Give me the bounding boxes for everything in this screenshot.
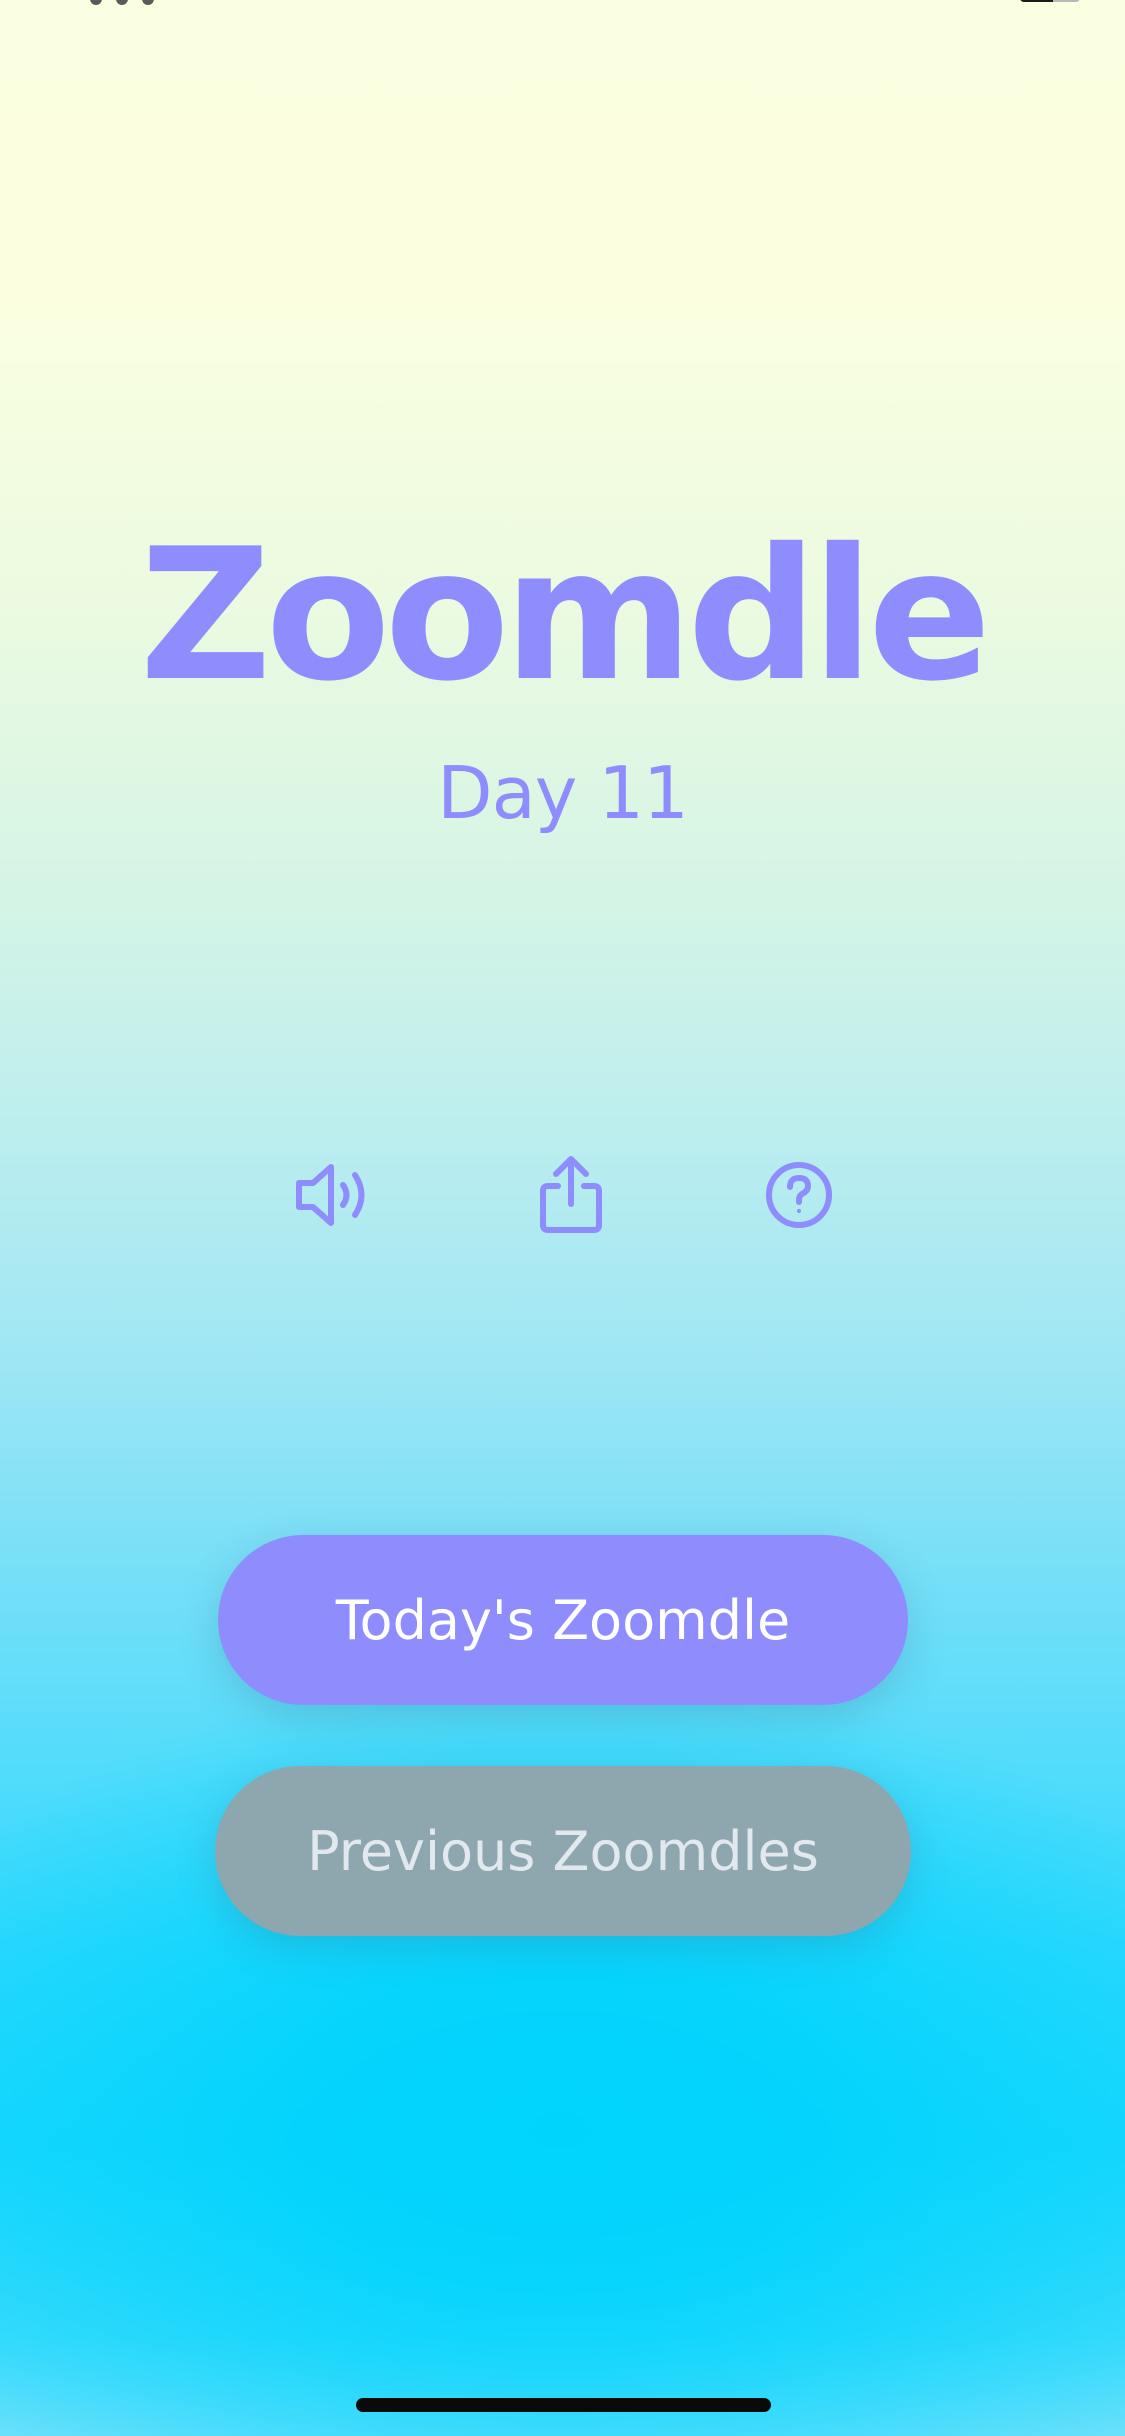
sound-icon[interactable] [290, 1150, 380, 1240]
help-icon[interactable] [754, 1150, 844, 1240]
todays-zoomdle-button[interactable]: Today's Zoomdle [218, 1535, 908, 1705]
app-title: Zoomdle [139, 509, 992, 721]
status-bar-left [90, 0, 200, 5]
status-dot [142, 0, 154, 5]
battery-icon [1020, 0, 1080, 2]
status-dot [116, 0, 128, 5]
previous-zoomdles-button[interactable]: Previous Zoomdles [215, 1766, 911, 1936]
day-label: Day 11 [437, 751, 689, 835]
previous-zoomdles-label: Previous Zoomdles [307, 1819, 819, 1883]
share-icon[interactable] [526, 1150, 616, 1240]
home-indicator[interactable] [356, 2398, 771, 2412]
status-dot [90, 0, 102, 5]
todays-zoomdle-label: Today's Zoomdle [335, 1588, 791, 1652]
